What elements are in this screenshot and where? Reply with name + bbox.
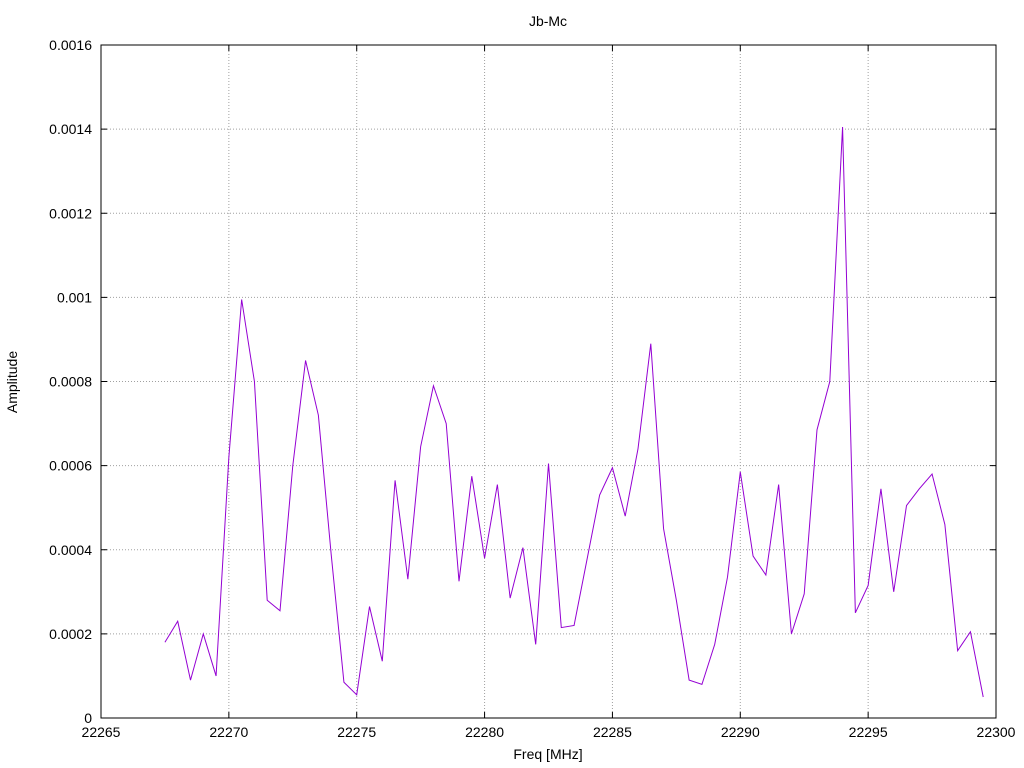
- y-axis-label: Amplitude: [4, 351, 20, 413]
- x-tick-label: 22270: [209, 724, 248, 740]
- y-tick-label: 0.0014: [49, 121, 92, 137]
- line-chart: 22265 22270 22275 22280 22285 22290 22295 22300…: [4, 13, 1016, 762]
- y-tick-label: 0.0016: [49, 37, 92, 53]
- chart-title: Jb-Mc: [529, 13, 567, 29]
- x-tick-label: 22265: [82, 724, 121, 740]
- x-tick-label: 22285: [593, 724, 632, 740]
- y-tick-label: 0.0006: [49, 458, 92, 474]
- tick-labels: 22265 22270 22275 22280 22285 22290 22295 22300…: [49, 37, 1016, 740]
- x-tick-label: 22300: [977, 724, 1016, 740]
- y-tick-label: 0.0004: [49, 542, 92, 558]
- y-tick-label: 0.0002: [49, 626, 92, 642]
- x-tick-label: 22290: [721, 724, 760, 740]
- series-line: [164, 126, 984, 698]
- y-tick-label: 0: [84, 710, 92, 726]
- y-tick-label: 0.0008: [49, 374, 92, 390]
- y-tick-label: 0.0012: [49, 205, 92, 221]
- x-tick-label: 22295: [849, 724, 888, 740]
- x-tick-label: 22275: [337, 724, 376, 740]
- x-axis-label: Freq [MHz]: [513, 746, 582, 762]
- x-tick-label: 22280: [465, 724, 504, 740]
- y-tick-label: 0.001: [57, 289, 92, 305]
